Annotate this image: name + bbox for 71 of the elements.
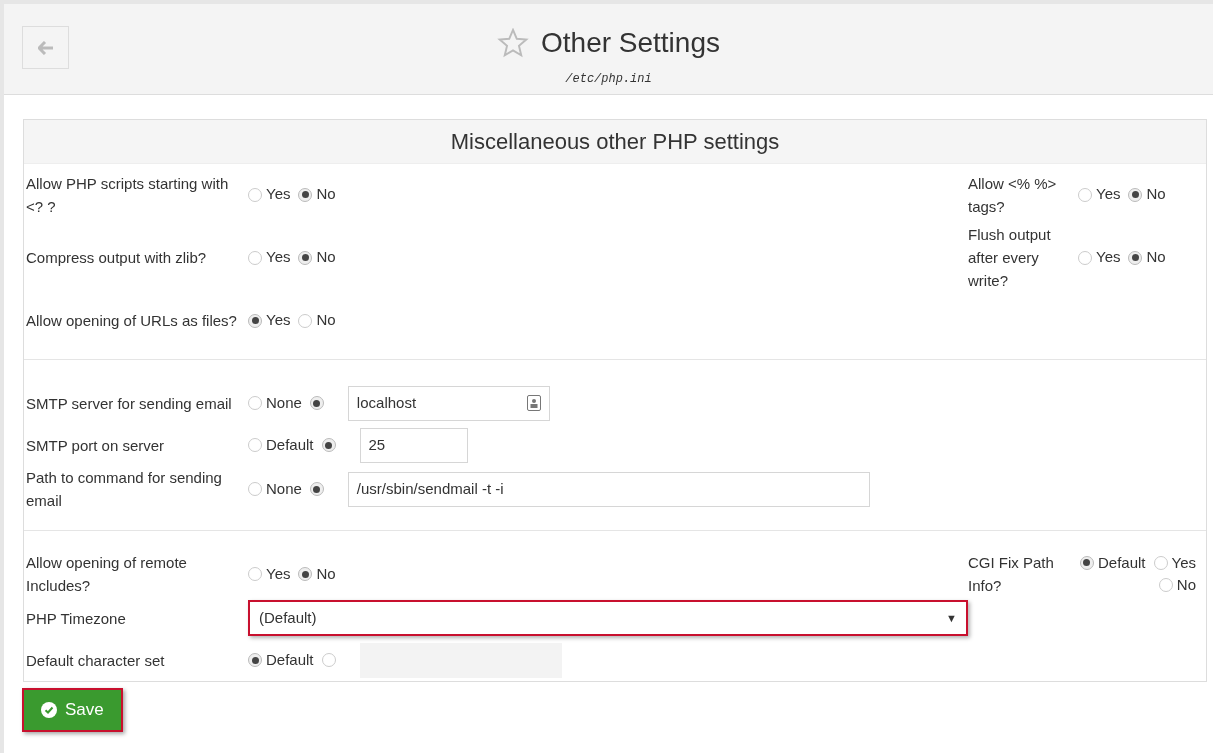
check-circle-icon — [41, 702, 57, 718]
radio-label: No — [1176, 575, 1196, 595]
radio-button[interactable] — [309, 482, 324, 496]
setting-label: Allow opening of URLs as files? — [26, 311, 238, 331]
radio-label: No — [316, 563, 336, 584]
radio-button[interactable] — [321, 438, 336, 452]
radio-button[interactable] — [248, 438, 262, 452]
radio-button[interactable] — [1128, 187, 1143, 202]
radio-button[interactable] — [248, 567, 262, 581]
star-icon[interactable] — [497, 28, 529, 58]
radio-label: No — [316, 310, 336, 331]
radio-label: None — [266, 392, 302, 413]
radio-label: Yes — [266, 184, 291, 205]
radio-label: Default — [266, 649, 314, 670]
radio-label: Yes — [266, 563, 291, 584]
text-field[interactable]: /usr/sbin/sendmail -t -i — [347, 471, 870, 507]
radio-button[interactable] — [298, 313, 313, 328]
radio-label: Yes — [266, 247, 291, 268]
radio-label: Yes — [1096, 247, 1121, 268]
radio-label: Default — [266, 434, 314, 455]
left-arrow-icon — [37, 40, 54, 55]
field-value: 25 — [368, 434, 386, 455]
radio-button[interactable] — [248, 187, 262, 202]
setting-label: Allow <% %> tags? — [968, 173, 1058, 217]
setting-label: SMTP server for sending email — [26, 393, 233, 414]
file-path: /etc/php.ini — [565, 71, 652, 88]
radio-button[interactable] — [248, 250, 262, 265]
radio-label: Yes — [1096, 184, 1121, 205]
panel-title: Miscellaneous other PHP settings — [24, 120, 1206, 164]
radio-button[interactable] — [248, 396, 262, 410]
radio-button[interactable] — [248, 313, 262, 328]
radio-label: None — [266, 478, 302, 499]
setting-label: CGI Fix Path Info? — [968, 553, 1055, 596]
radio-label: Yes — [1171, 552, 1196, 573]
radio-label: Yes — [266, 310, 291, 331]
radio-label: No — [1146, 184, 1166, 205]
text-field[interactable]: localhost — [347, 385, 550, 421]
setting-label: Compress output with zlib? — [26, 248, 208, 268]
radio-button[interactable] — [248, 653, 262, 667]
radio-label: No — [1146, 247, 1166, 268]
radio-button[interactable] — [321, 653, 336, 667]
dropdown-caret-icon: ▼ — [946, 609, 957, 627]
text-field[interactable]: 25 — [359, 427, 468, 463]
radio-label: No — [316, 247, 336, 268]
radio-button[interactable] — [309, 396, 324, 410]
setting-label: Path to command for sending email — [26, 468, 223, 511]
radio-button[interactable] — [1078, 187, 1092, 202]
radio-button[interactable] — [298, 567, 313, 581]
back-button[interactable] — [22, 26, 69, 69]
timezone-select[interactable]: (Default) ▼ — [248, 600, 968, 636]
radio-button[interactable] — [298, 187, 313, 202]
field-value: /usr/sbin/sendmail -t -i — [356, 478, 504, 499]
save-button[interactable]: Save — [22, 688, 123, 732]
radio-button[interactable] — [1158, 578, 1173, 593]
setting-label: PHP Timezone — [26, 608, 127, 629]
setting-label: Default character set — [26, 650, 166, 671]
radio-button[interactable] — [248, 482, 262, 496]
radio-label: No — [316, 184, 336, 205]
radio-button[interactable] — [1080, 555, 1094, 570]
setting-label: Allow PHP scripts starting with <? ? — [26, 173, 230, 217]
radio-button[interactable] — [298, 250, 313, 265]
radio-button[interactable] — [1128, 250, 1143, 265]
radio-label: Default — [1098, 552, 1146, 573]
setting-label: Flush output after every write? — [968, 225, 1052, 291]
setting-label: Allow opening of remote Includes? — [26, 553, 188, 596]
radio-button[interactable] — [1078, 250, 1092, 265]
contact-card-icon[interactable] — [526, 395, 541, 411]
page-title: Other Settings — [541, 26, 720, 60]
field-value: localhost — [356, 392, 417, 413]
setting-label: SMTP port on server — [26, 435, 166, 456]
radio-button[interactable] — [1153, 555, 1168, 570]
